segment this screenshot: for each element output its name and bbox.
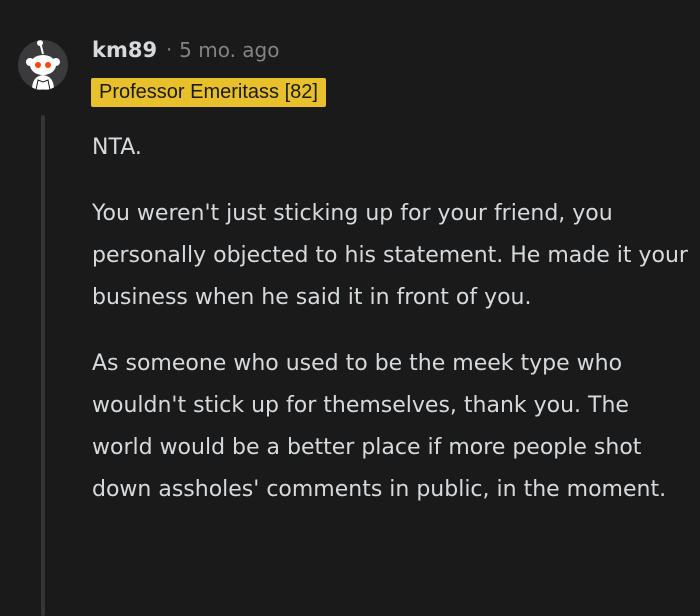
timestamp[interactable]: 5 mo. ago — [179, 38, 279, 62]
comment-paragraph: As someone who used to be the meek type … — [92, 351, 667, 502]
username[interactable]: km89 — [92, 38, 157, 62]
comment-meta: km89 · 5 mo. ago — [92, 34, 279, 66]
comment-paragraph: You weren't just sticking up for your fr… — [92, 201, 688, 310]
avatar[interactable] — [18, 40, 68, 90]
comment-paragraph: NTA. — [92, 135, 142, 160]
meta-separator: · — [166, 39, 173, 61]
comment: km89 · 5 mo. ago Professor Emeritass [82… — [0, 0, 700, 616]
user-flair: Professor Emeritass [82] — [91, 78, 326, 107]
thread-line[interactable] — [41, 115, 45, 616]
comment-body: NTA. You weren't just sticking up for yo… — [92, 127, 692, 535]
reddit-snoo-avatar-icon — [26, 40, 60, 90]
